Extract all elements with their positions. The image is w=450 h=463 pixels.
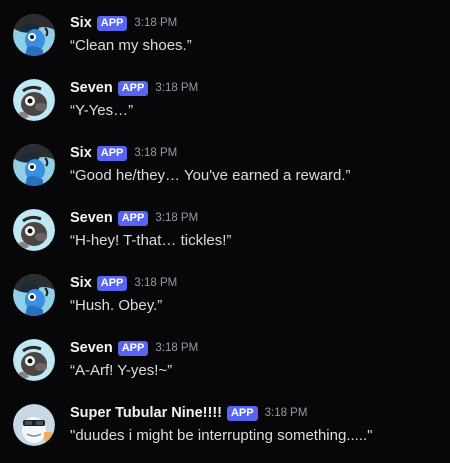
username[interactable]: Seven [70, 80, 113, 96]
seven-avatar[interactable] [13, 339, 55, 381]
timestamp: 3:18 PM [134, 17, 178, 29]
username[interactable]: Six [70, 275, 92, 291]
username[interactable]: Super Tubular Nine!!!! [70, 405, 222, 421]
username[interactable]: Six [70, 145, 92, 161]
message-content: "duudes i might be interrupting somethin… [70, 427, 373, 444]
message-content: “Clean my shoes.” [70, 37, 192, 54]
message-header: Six APP 3:18 PM [70, 274, 177, 292]
message: Super Tubular Nine!!!! APP 3:18 PM "duud… [0, 390, 450, 450]
app-badge: APP [117, 340, 149, 356]
app-badge: APP [117, 80, 149, 96]
timestamp: 3:18 PM [264, 407, 308, 419]
message: Seven APP 3:18 PM “H-hey! T-that… tickle… [0, 195, 450, 255]
username[interactable]: Six [70, 15, 92, 31]
six-avatar[interactable] [13, 144, 55, 186]
message: Seven APP 3:18 PM “Y-Yes…” [0, 65, 450, 125]
message-header: Six APP 3:18 PM [70, 144, 177, 162]
message-content: “Y-Yes…” [70, 102, 134, 119]
timestamp: 3:18 PM [134, 147, 178, 159]
message-header: Super Tubular Nine!!!! APP 3:18 PM [70, 404, 307, 422]
app-badge: APP [96, 145, 128, 161]
seven-avatar[interactable] [13, 209, 55, 251]
message-header: Seven APP 3:18 PM [70, 209, 198, 227]
username[interactable]: Seven [70, 340, 113, 356]
nine-avatar[interactable] [13, 404, 55, 446]
message-content: “H-hey! T-that… tickles!” [70, 232, 232, 249]
message-content: “Good he/they… You've earned a reward.” [70, 167, 351, 184]
username[interactable]: Seven [70, 210, 113, 226]
message: Six APP 3:18 PM “Good he/they… You've ea… [0, 130, 450, 190]
chat-log: Six APP 3:18 PM “Clean my shoes.” Seven … [0, 0, 450, 463]
timestamp: 3:18 PM [155, 212, 199, 224]
app-badge: APP [117, 210, 149, 226]
six-avatar[interactable] [13, 14, 55, 56]
six-avatar[interactable] [13, 274, 55, 316]
message-content: “Hush. Obey.” [70, 297, 163, 314]
message-header: Six APP 3:18 PM [70, 14, 177, 32]
seven-avatar[interactable] [13, 79, 55, 121]
timestamp: 3:18 PM [155, 342, 199, 354]
app-badge: APP [96, 15, 128, 31]
timestamp: 3:18 PM [155, 82, 199, 94]
message: Six APP 3:18 PM “Hush. Obey.” [0, 260, 450, 320]
message-content: “A-Arf! Y-yes!~” [70, 362, 173, 379]
message: Seven APP 3:18 PM “A-Arf! Y-yes!~” [0, 325, 450, 385]
message-header: Seven APP 3:18 PM [70, 339, 198, 357]
message-header: Seven APP 3:18 PM [70, 79, 198, 97]
app-badge: APP [96, 275, 128, 291]
app-badge: APP [226, 405, 258, 421]
message: Six APP 3:18 PM “Clean my shoes.” [0, 0, 450, 60]
timestamp: 3:18 PM [134, 277, 178, 289]
